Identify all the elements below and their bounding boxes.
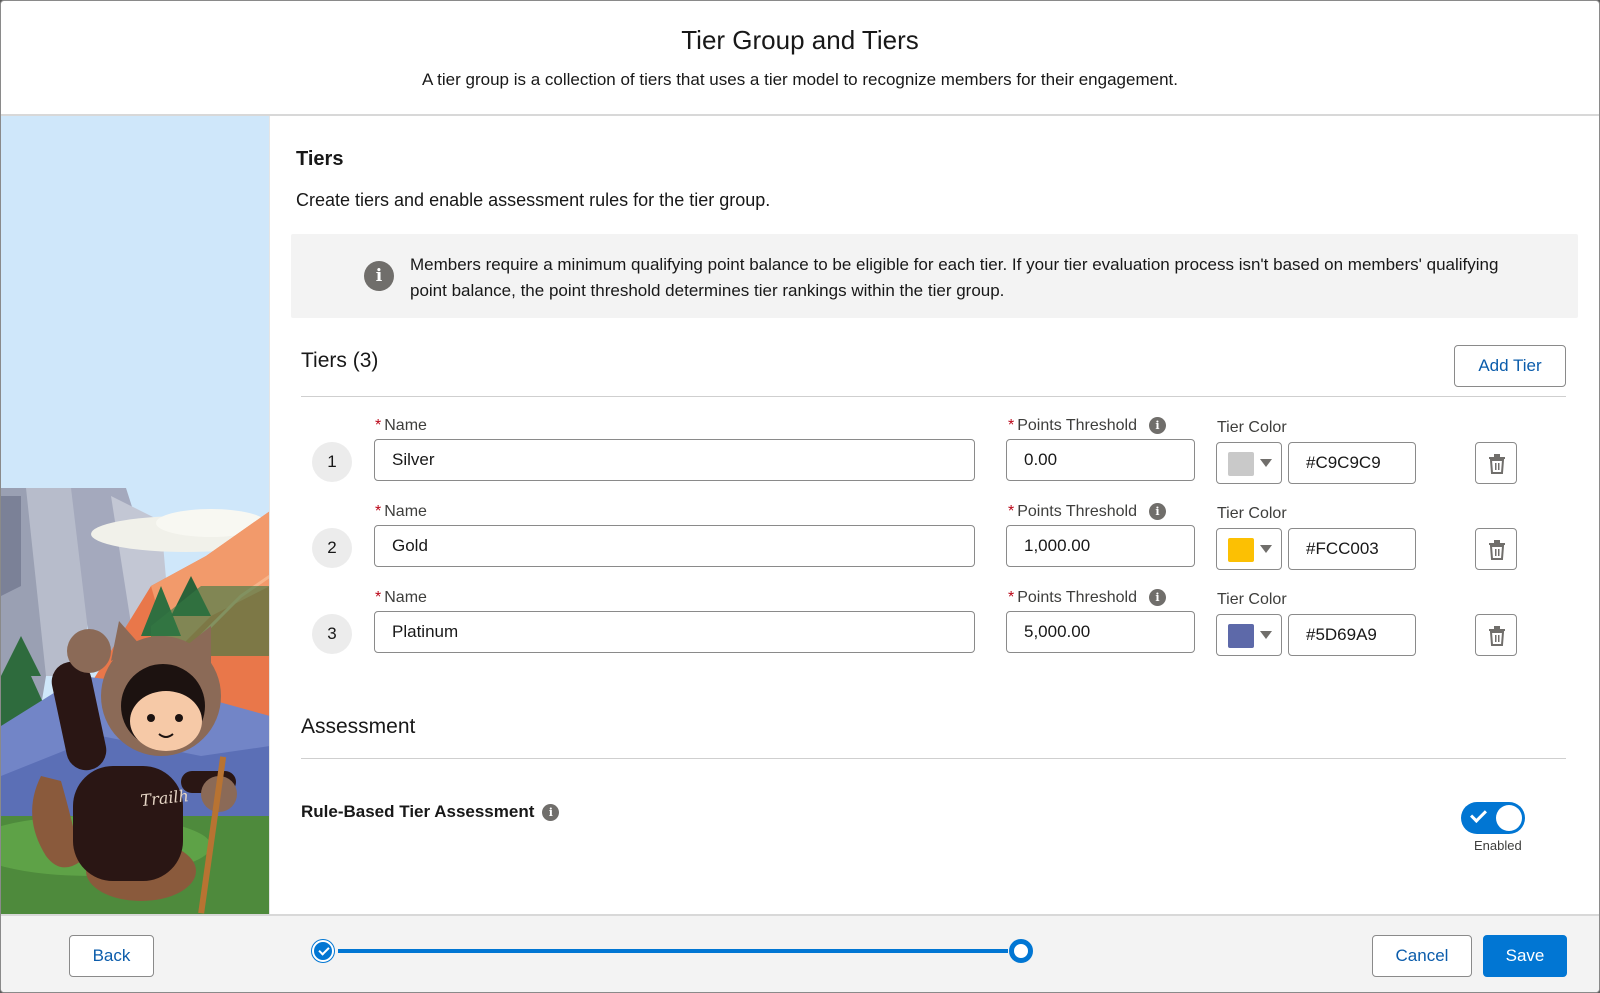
points-threshold-input[interactable] xyxy=(1006,439,1195,481)
rule-based-assessment-label: Rule-Based Tier Assessment i xyxy=(301,802,560,822)
progress-step-complete[interactable] xyxy=(312,940,334,962)
tier-name-label: * Name xyxy=(375,589,427,606)
color-swatch xyxy=(1228,624,1254,648)
trash-icon xyxy=(1489,540,1505,560)
tier-color-label: Tier Color xyxy=(1217,591,1287,608)
progress-step-current[interactable] xyxy=(1009,939,1033,963)
points-threshold-input[interactable] xyxy=(1006,525,1195,567)
save-button[interactable]: Save xyxy=(1483,935,1567,977)
info-icon[interactable]: i xyxy=(542,804,560,821)
tier-name-input[interactable] xyxy=(374,525,975,567)
chevron-down-icon xyxy=(1260,545,1272,553)
toggle-knob xyxy=(1496,805,1522,831)
tiers-divider xyxy=(301,396,1566,397)
chevron-down-icon xyxy=(1260,459,1272,467)
cancel-button[interactable]: Cancel xyxy=(1372,935,1472,977)
tier-group-modal: Tier Group and Tiers A tier group is a c… xyxy=(0,0,1600,993)
add-tier-button[interactable]: Add Tier xyxy=(1454,345,1566,387)
info-icon[interactable]: i xyxy=(1149,503,1167,520)
tier-row: 2 *Name *Points Thresholdi Tier Color xyxy=(270,495,1599,581)
tier-row: 1 *Name *Points Thresholdi Tier Color xyxy=(270,409,1599,495)
back-button[interactable]: Back xyxy=(69,935,154,977)
rule-based-assessment-toggle[interactable] xyxy=(1461,802,1525,834)
section-title: Tiers xyxy=(296,148,344,170)
tier-number: 2 xyxy=(312,528,352,568)
tier-name-label: * Name xyxy=(375,503,427,520)
check-icon xyxy=(1470,806,1487,823)
info-notice-text: Members require a minimum qualifying poi… xyxy=(410,255,1499,300)
trailhead-illustration: Trailh xyxy=(1,116,270,914)
tier-color-label: Tier Color xyxy=(1217,505,1287,522)
tier-number: 1 xyxy=(312,442,352,482)
tiers-content: Tiers Create tiers and enable assessment… xyxy=(270,116,1599,914)
tier-color-label: Tier Color xyxy=(1217,419,1287,436)
tier-color-picker[interactable] xyxy=(1216,528,1282,570)
points-threshold-input[interactable] xyxy=(1006,611,1195,653)
tier-color-picker[interactable] xyxy=(1216,442,1282,484)
toggle-state-label: Enabled xyxy=(1474,838,1522,853)
info-notice: i Members require a minimum qualifying p… xyxy=(291,234,1578,318)
modal-header: Tier Group and Tiers A tier group is a c… xyxy=(1,1,1599,116)
modal-subtitle: A tier group is a collection of tiers th… xyxy=(422,70,1178,89)
color-swatch xyxy=(1228,452,1254,476)
tier-name-label: * Name xyxy=(375,417,427,434)
tier-color-hex-input[interactable] xyxy=(1288,442,1416,484)
section-description: Create tiers and enable assessment rules… xyxy=(296,190,771,210)
tier-name-input[interactable] xyxy=(374,611,975,653)
progress-bar xyxy=(338,949,1008,953)
astro-hiking-illustration: Trailh xyxy=(1,116,269,914)
delete-tier-button[interactable] xyxy=(1475,528,1517,570)
color-swatch xyxy=(1228,538,1254,562)
delete-tier-button[interactable] xyxy=(1475,442,1517,484)
tier-number: 3 xyxy=(312,614,352,654)
trash-icon xyxy=(1489,626,1505,646)
points-threshold-label: * Points Threshold i xyxy=(1008,589,1167,607)
delete-tier-button[interactable] xyxy=(1475,614,1517,656)
assessment-heading: Assessment xyxy=(301,715,416,738)
modal-title: Tier Group and Tiers xyxy=(681,25,919,55)
chevron-down-icon xyxy=(1260,631,1272,639)
trash-icon xyxy=(1489,454,1505,474)
info-icon[interactable]: i xyxy=(1149,589,1167,606)
points-threshold-label: * Points Threshold i xyxy=(1008,503,1167,521)
modal-footer: Back Cancel Save xyxy=(1,914,1599,992)
info-icon[interactable]: i xyxy=(1149,417,1167,434)
tier-name-input[interactable] xyxy=(374,439,975,481)
tier-color-picker[interactable] xyxy=(1216,614,1282,656)
tier-color-hex-input[interactable] xyxy=(1288,614,1416,656)
tier-row: 3 *Name *Points Thresholdi Tier Color xyxy=(270,581,1599,667)
assessment-divider xyxy=(301,758,1566,759)
tiers-heading: Tiers (3) xyxy=(301,349,379,372)
info-icon: i xyxy=(364,261,394,291)
tier-color-hex-input[interactable] xyxy=(1288,528,1416,570)
points-threshold-label: * Points Threshold i xyxy=(1008,417,1167,435)
